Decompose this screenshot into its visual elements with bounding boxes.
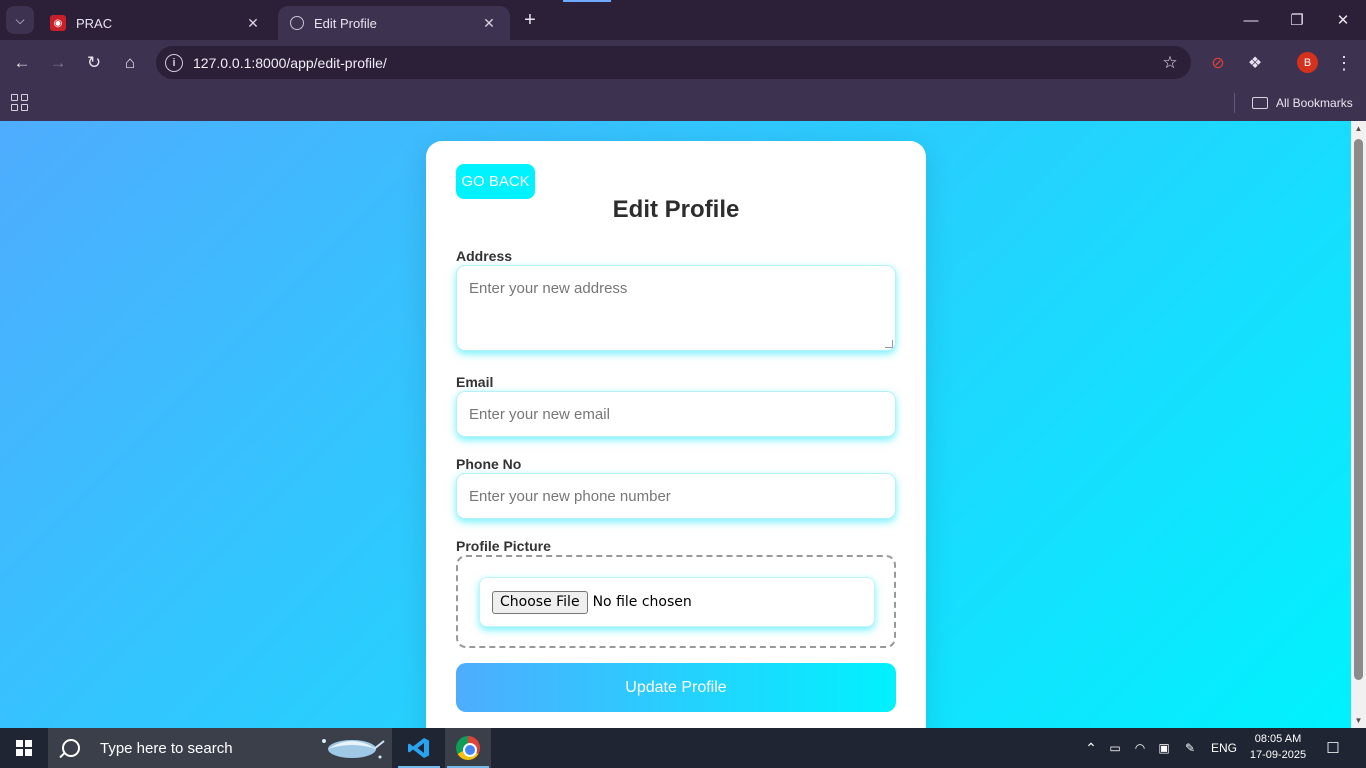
address-textarea[interactable]: Enter your new address xyxy=(456,265,896,351)
profile-picture-label: Profile Picture xyxy=(456,538,551,554)
prac-favicon-icon: ◉ xyxy=(50,15,66,31)
notification-icon[interactable]: ☐ xyxy=(1320,736,1346,760)
scroll-thumb[interactable] xyxy=(1354,139,1363,680)
file-status-text: No file chosen xyxy=(592,594,692,610)
tab-title: Edit Profile xyxy=(314,15,377,31)
bookmark-star-icon[interactable]: ☆ xyxy=(1155,53,1185,73)
tab-search-chevron-icon[interactable]: ⌵ xyxy=(6,6,34,34)
email-field[interactable]: Enter your new email xyxy=(456,391,896,437)
clock-date: 17-09-2025 xyxy=(1249,749,1307,761)
bookmarks-divider xyxy=(1234,93,1235,113)
tab-edit-profile[interactable]: Edit Profile ✕ xyxy=(278,6,510,40)
update-profile-button[interactable]: Update Profile xyxy=(456,663,896,712)
browser-toolbar: ← → ↻ ⌂ i 127.0.0.1:8000/app/edit-profil… xyxy=(0,40,1366,85)
chrome-taskbar-button[interactable] xyxy=(445,728,491,768)
page-title: Edit Profile xyxy=(612,196,740,223)
tab-prac[interactable]: ◉ PRAC ✕ xyxy=(38,6,274,40)
phone-label: Phone No xyxy=(456,456,522,472)
search-placeholder: Type here to search xyxy=(100,739,233,757)
extensions-puzzle-icon[interactable]: ❖ xyxy=(1241,49,1269,77)
chrome-icon xyxy=(456,736,480,760)
vscode-taskbar-button[interactable] xyxy=(396,728,442,768)
minimize-icon[interactable]: — xyxy=(1228,0,1274,40)
kebab-menu-icon[interactable]: ⋮ xyxy=(1330,49,1358,77)
resize-grip-icon[interactable] xyxy=(885,340,893,348)
back-arrow-icon[interactable]: ← xyxy=(8,49,36,77)
address-placeholder: Enter your new address xyxy=(469,280,628,297)
phone-placeholder: Enter your new phone number xyxy=(469,487,671,505)
all-bookmarks-label: All Bookmarks xyxy=(1276,96,1353,110)
profile-avatar[interactable]: B xyxy=(1297,52,1318,73)
page-viewport: GO BACK Edit Profile Address Enter your … xyxy=(0,121,1351,728)
pen-icon[interactable]: ✎ xyxy=(1179,728,1201,768)
reload-icon[interactable]: ↻ xyxy=(80,49,108,77)
forward-arrow-icon[interactable]: → xyxy=(44,49,72,77)
edit-profile-card: GO BACK Edit Profile Address Enter your … xyxy=(426,141,926,728)
browser-tab-strip: ⌵ ◉ PRAC ✕ Edit Profile ✕ + — ❐ ✕ xyxy=(0,0,1366,40)
taskbar-search-box[interactable]: Type here to search xyxy=(48,728,392,768)
apps-grid-icon[interactable] xyxy=(11,94,28,111)
all-bookmarks-button[interactable]: All Bookmarks xyxy=(1252,93,1353,113)
manta-ray-illustration-icon xyxy=(322,739,385,759)
bookmarks-bar: All Bookmarks xyxy=(0,85,1366,121)
battery-icon[interactable]: ▭ xyxy=(1104,728,1126,768)
windows-taskbar: Type here to search ⌃ ▭ ◠ ▣ ✎ ENG 08:05 … xyxy=(0,728,1366,768)
wifi-icon[interactable]: ◠ xyxy=(1129,728,1151,768)
folder-icon xyxy=(1252,97,1268,109)
taskbar-clock[interactable]: 08:05 AM 17-09-2025 xyxy=(1238,731,1318,763)
camera-icon[interactable]: ▣ xyxy=(1153,728,1175,768)
search-icon xyxy=(62,739,80,757)
extension-blocked-icon[interactable]: ⊘ xyxy=(1204,49,1232,77)
new-tab-plus-icon[interactable]: + xyxy=(520,8,540,32)
scroll-up-icon[interactable]: ▲ xyxy=(1351,121,1366,136)
choose-file-button[interactable]: Choose File xyxy=(492,590,588,614)
home-icon[interactable]: ⌂ xyxy=(116,49,144,77)
page-scrollbar[interactable]: ▲ ▼ xyxy=(1351,121,1366,728)
go-back-button[interactable]: GO BACK xyxy=(456,164,535,199)
site-info-icon[interactable]: i xyxy=(165,53,183,72)
phone-field[interactable]: Enter your new phone number xyxy=(456,473,896,519)
tab-title: PRAC xyxy=(76,15,113,31)
restore-icon[interactable]: ❐ xyxy=(1274,0,1320,40)
windows-start-icon[interactable] xyxy=(0,728,48,768)
url-text[interactable]: 127.0.0.1:8000/app/edit-profile/ xyxy=(193,55,1155,71)
file-drop-zone[interactable]: Choose File No file chosen xyxy=(456,555,896,648)
file-input[interactable]: Choose File No file chosen xyxy=(479,577,875,627)
address-bar[interactable]: i 127.0.0.1:8000/app/edit-profile/ ☆ xyxy=(156,46,1191,79)
loading-indicator xyxy=(563,0,611,2)
window-close-icon[interactable]: ✕ xyxy=(1320,0,1366,40)
address-label: Address xyxy=(456,248,513,264)
email-label: Email xyxy=(456,374,494,390)
scroll-down-icon[interactable]: ▼ xyxy=(1351,713,1366,728)
language-indicator[interactable]: ENG xyxy=(1206,728,1242,768)
clock-time: 08:05 AM xyxy=(1254,733,1302,745)
close-icon[interactable]: ✕ xyxy=(480,15,498,32)
email-placeholder: Enter your new email xyxy=(469,405,610,423)
globe-icon xyxy=(290,16,304,30)
close-icon[interactable]: ✕ xyxy=(244,15,262,32)
show-hidden-icons-chevron-icon[interactable]: ⌃ xyxy=(1082,728,1100,768)
vscode-icon xyxy=(408,738,429,758)
